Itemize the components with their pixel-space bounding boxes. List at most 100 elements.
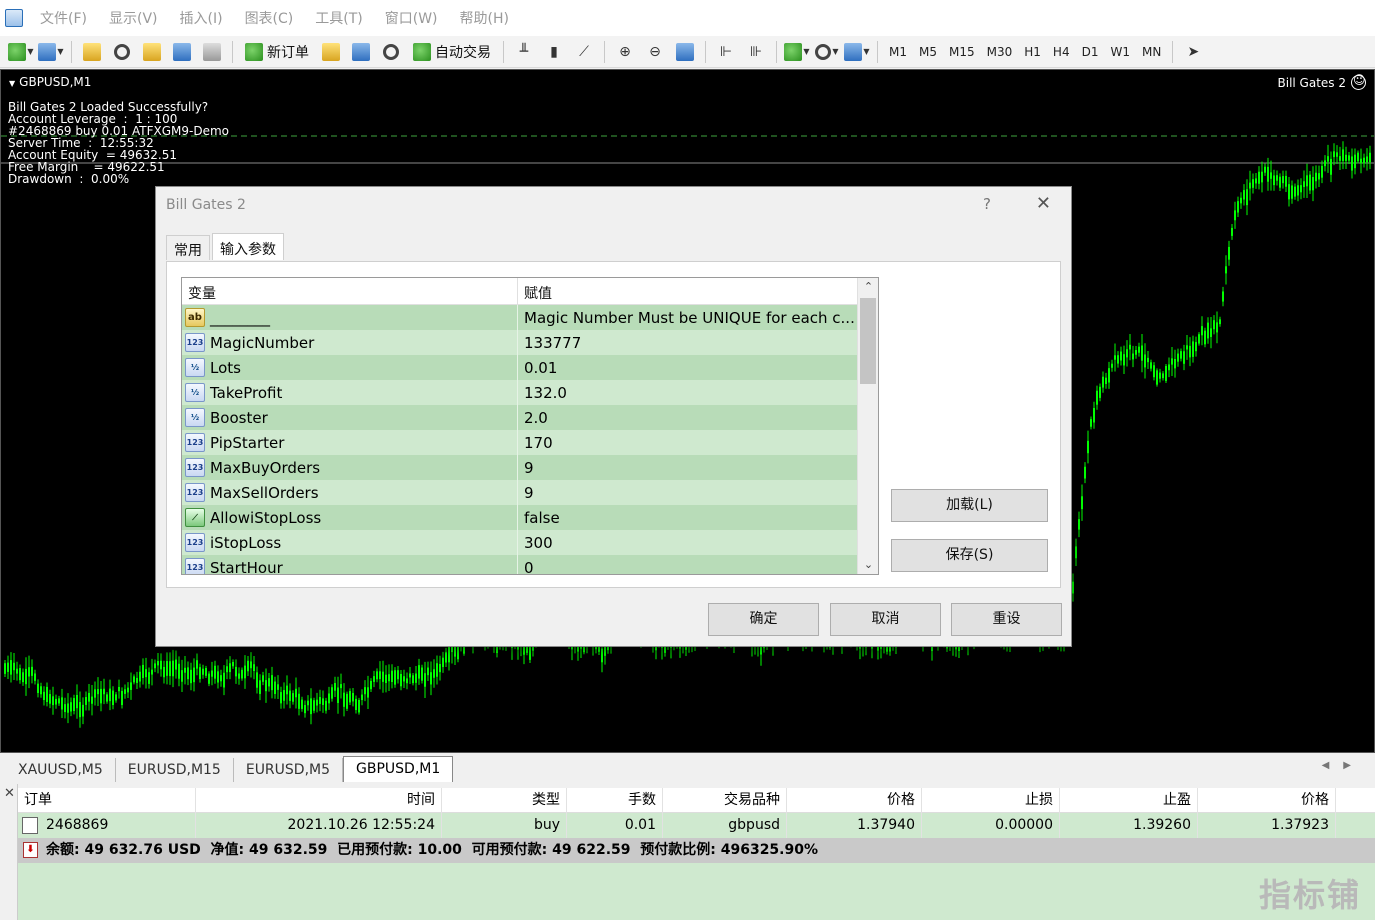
menu-window[interactable]: 窗口(W)	[385, 8, 438, 28]
candle-chart-button[interactable]: ▮	[541, 39, 567, 65]
tab-common[interactable]: 常用	[166, 235, 210, 260]
terminal-button[interactable]	[169, 39, 195, 65]
timeframe-m30[interactable]: M30	[981, 40, 1019, 64]
data-window-button[interactable]	[109, 39, 135, 65]
templates-button[interactable]: ▼	[844, 39, 870, 65]
help-icon[interactable]: ?	[983, 195, 991, 213]
param-row[interactable]: 123 StartHour 0	[182, 555, 857, 575]
tab-eurusd-m5[interactable]: EURUSD,M5	[234, 758, 344, 782]
close-icon[interactable]: ✕	[1036, 193, 1051, 214]
menu-insert[interactable]: 插入(I)	[180, 8, 223, 28]
indicators-button[interactable]: ▼	[784, 39, 810, 65]
param-row[interactable]: 123 MaxSellOrders 9	[182, 480, 857, 505]
trade-row[interactable]: 2468869 2021.10.26 12:55:24 buy 0.01 gbp…	[18, 813, 1375, 838]
tab-xauusd-m5[interactable]: XAUUSD,M5	[6, 758, 116, 782]
scroll-thumb[interactable]	[860, 298, 876, 384]
timeframe-m1[interactable]: M1	[883, 40, 913, 64]
col-price[interactable]: 价格	[1198, 788, 1336, 813]
bar-chart-button[interactable]: ╨	[511, 39, 537, 65]
tab-eurusd-m15[interactable]: EURUSD,M15	[116, 758, 234, 782]
col-symbol[interactable]: 交易品种	[663, 788, 787, 813]
param-row[interactable]: ½ Lots 0.01	[182, 355, 857, 380]
load-button[interactable]: 加载(L)	[891, 489, 1048, 522]
candle-body	[1324, 160, 1326, 167]
timeframe-m5[interactable]: M5	[913, 40, 943, 64]
zoom-out-button[interactable]: ⊖	[642, 39, 668, 65]
candle-body	[1159, 372, 1161, 379]
new-chart-button[interactable]: ▼	[8, 39, 34, 65]
col-tp[interactable]: 止盈	[1060, 788, 1198, 813]
scroll-up-icon[interactable]: ⌃	[858, 278, 878, 296]
param-value[interactable]: 9	[518, 484, 534, 502]
param-row[interactable]: ab ________ Magic Number Must be UNIQUE fo…	[182, 305, 857, 330]
market-watch-button[interactable]	[79, 39, 105, 65]
col-open-price[interactable]: 价格	[787, 788, 922, 813]
tab-nav-arrows[interactable]: ◀▶	[1322, 760, 1365, 771]
param-name-cell: 123 MaxSellOrders	[182, 480, 518, 505]
profiles-button[interactable]: ▼	[38, 39, 64, 65]
line-chart-button[interactable]: ⟋	[571, 39, 597, 65]
tab-gbpusd-m1[interactable]: GBPUSD,M1	[343, 756, 454, 782]
param-value[interactable]: 0.01	[518, 359, 557, 377]
param-value[interactable]: 132.0	[518, 384, 567, 402]
candle-body	[1162, 373, 1164, 379]
auto-trading-button[interactable]: 自动交易	[408, 39, 496, 65]
header-value[interactable]: 赋值	[518, 278, 558, 304]
metaeditor-button[interactable]	[318, 39, 344, 65]
param-value[interactable]: 2.0	[518, 409, 548, 427]
param-value[interactable]: 133777	[518, 334, 581, 352]
candle-body	[157, 661, 159, 666]
param-value[interactable]: 9	[518, 459, 534, 477]
auto-scroll-button[interactable]: ⊩	[713, 39, 739, 65]
timeframe-h1[interactable]: H1	[1018, 40, 1047, 64]
tile-windows-button[interactable]	[672, 39, 698, 65]
param-value[interactable]: Magic Number Must be UNIQUE for each c..…	[518, 309, 855, 327]
new-order-button[interactable]: 新订单	[240, 39, 314, 65]
navigator-button[interactable]	[139, 39, 165, 65]
param-row[interactable]: 123 iStopLoss 300	[182, 530, 857, 555]
signals-button[interactable]	[348, 39, 374, 65]
cancel-button[interactable]: 取消	[830, 603, 941, 636]
tester-button[interactable]	[199, 39, 225, 65]
timeframe-h4[interactable]: H4	[1047, 40, 1076, 64]
smile-icon[interactable]	[1351, 73, 1366, 90]
terminal-close-icon[interactable]: ✕	[4, 786, 15, 801]
param-value[interactable]: 170	[518, 434, 553, 452]
candle-body	[1279, 176, 1281, 188]
param-row[interactable]: 123 MagicNumber 133777	[182, 330, 857, 355]
cursor-button[interactable]: ➤	[1180, 39, 1206, 65]
menu-charts[interactable]: 图表(C)	[245, 8, 294, 28]
tab-inputs[interactable]: 输入参数	[212, 233, 284, 260]
col-volume[interactable]: 手数	[567, 788, 663, 813]
timeframe-m15[interactable]: M15	[943, 40, 981, 64]
param-value[interactable]: 0	[518, 559, 534, 575]
param-value[interactable]: 300	[518, 534, 553, 552]
param-row[interactable]: 123 PipStarter 170	[182, 430, 857, 455]
col-type[interactable]: 类型	[442, 788, 567, 813]
ok-button[interactable]: 确定	[708, 603, 819, 636]
param-row[interactable]: ⟋ AllowiStopLoss false	[182, 505, 857, 530]
header-variable[interactable]: 变量	[182, 278, 518, 304]
reset-button[interactable]: 重设	[951, 603, 1062, 636]
periods-button[interactable]: ▼	[814, 39, 840, 65]
radar-button[interactable]	[378, 39, 404, 65]
menu-file[interactable]: 文件(F)	[40, 8, 87, 28]
param-row[interactable]: 123 MaxBuyOrders 9	[182, 455, 857, 480]
timeframe-d1[interactable]: D1	[1076, 40, 1105, 64]
param-row[interactable]: ½ Booster 2.0	[182, 405, 857, 430]
params-scrollbar[interactable]: ⌃ ⌄	[857, 278, 878, 574]
scroll-down-icon[interactable]: ⌄	[858, 556, 878, 574]
col-time[interactable]: 时间	[196, 788, 442, 813]
param-value[interactable]: false	[518, 509, 560, 527]
chart-shift-button[interactable]: ⊪	[743, 39, 769, 65]
menu-help[interactable]: 帮助(H)	[460, 8, 509, 28]
param-row[interactable]: ½ TakeProfit 132.0	[182, 380, 857, 405]
save-button[interactable]: 保存(S)	[891, 539, 1048, 572]
zoom-in-button[interactable]: ⊕	[612, 39, 638, 65]
timeframe-w1[interactable]: W1	[1104, 40, 1136, 64]
col-sl[interactable]: 止损	[922, 788, 1060, 813]
timeframe-mn[interactable]: MN	[1136, 40, 1167, 64]
menu-view[interactable]: 显示(V)	[109, 8, 158, 28]
menu-tools[interactable]: 工具(T)	[315, 8, 362, 28]
col-ticket[interactable]: 订单	[18, 788, 196, 813]
